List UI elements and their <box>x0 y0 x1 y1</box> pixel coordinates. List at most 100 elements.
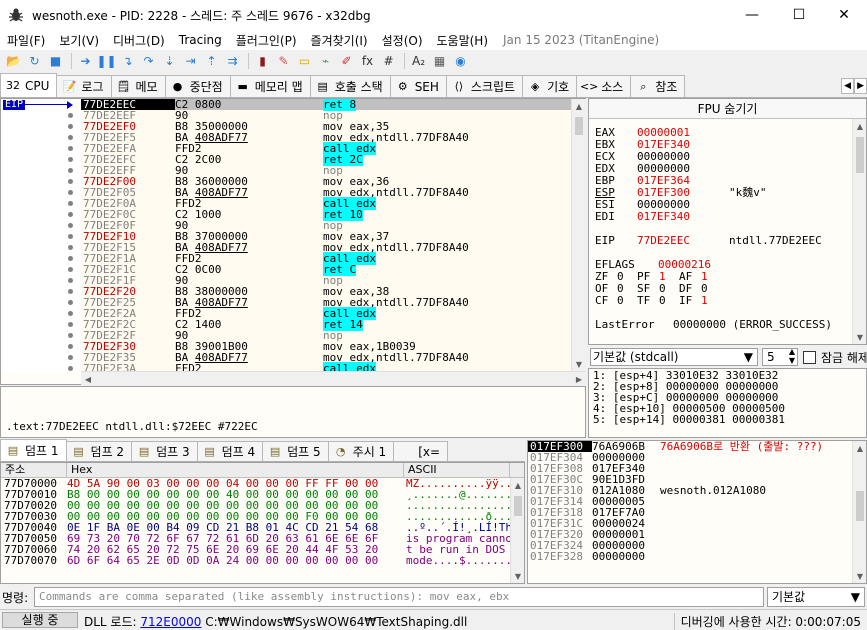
fpu-toggle-button[interactable]: FPU 숨기기 <box>589 99 866 119</box>
status-address-link[interactable]: 712E0000 <box>140 615 201 629</box>
trace-over-icon[interactable]: ⇥ <box>181 52 200 70</box>
step-into-icon[interactable]: ↴ <box>118 52 137 70</box>
comment-icon[interactable]: ▭ <box>295 52 314 70</box>
calling-convention-select[interactable]: 기본값 (stdcall) ▼ <box>590 348 758 366</box>
font-icon[interactable]: A₂ <box>409 52 428 70</box>
menu-item[interactable]: Tracing <box>172 33 229 47</box>
disassembly-gutter[interactable]: EIP <box>1 99 81 371</box>
scroll-down-icon[interactable]: ▼ <box>853 569 867 583</box>
breakpoint-dot-icon[interactable] <box>68 179 73 184</box>
patch-icon[interactable]: ✎ <box>274 52 293 70</box>
scroll-right-icon[interactable]: ▶ <box>572 372 586 386</box>
arguments-pane[interactable]: 1: [esp+4] 33010E32 33010E32 2: [esp+8] 0… <box>588 368 867 438</box>
register-value[interactable]: 017EF340 <box>637 211 729 223</box>
argument-count-spinner[interactable]: 5 ▲ ▼ <box>762 347 798 366</box>
breakpoint-dot-icon[interactable] <box>68 234 73 239</box>
open-icon[interactable]: 📂 <box>4 52 23 70</box>
globe-icon[interactable]: ◉ <box>451 52 470 70</box>
trace-into-icon[interactable]: ⇣ <box>160 52 179 70</box>
tab-notes[interactable]: 🗒 메모 <box>110 75 166 97</box>
breakpoint-dot-icon[interactable] <box>68 267 73 272</box>
dump-col-address[interactable]: 주소 <box>1 463 67 477</box>
tab-source[interactable]: <> 소스 <box>576 75 632 97</box>
memory-icon[interactable]: ▦ <box>430 52 449 70</box>
breakpoint-dot-icon[interactable] <box>68 311 73 316</box>
breakpoint-dot-icon[interactable] <box>68 201 73 206</box>
disassembly-row[interactable]: 77DE2F3A FFD2 call edx <box>81 362 571 371</box>
menu-item[interactable]: 즐겨찾기(I) <box>304 32 375 49</box>
disassembly-vscroll[interactable]: ▲ ▼ <box>571 99 586 371</box>
stack-pane[interactable]: 017EF300 76A6906B 76A6906B로 반환 (출발: ???) 01… <box>527 440 867 584</box>
command-mode-select[interactable]: 기본값 ▼ <box>767 587 865 607</box>
breakpoint-dot-icon[interactable] <box>68 256 73 261</box>
breakpoint-dot-icon[interactable] <box>68 333 73 338</box>
breakpoint-dot-icon[interactable] <box>68 212 73 217</box>
scroll-down-icon[interactable]: ▼ <box>511 569 525 583</box>
menu-item[interactable]: 도움말(H) <box>430 32 496 49</box>
minimize-button[interactable]: — <box>729 0 775 30</box>
tab-dump-4[interactable]: ▤ 덤프 4 <box>196 441 264 461</box>
breakpoint-dot-icon[interactable] <box>68 124 73 129</box>
register-row-eflags[interactable]: EFLAGS 00000216 <box>595 259 711 271</box>
menu-item[interactable]: 파일(F) <box>0 32 52 49</box>
tab-seh[interactable]: ⚙ SEH <box>389 75 447 97</box>
tab-call-stack[interactable]: ▤ 호출 스택 <box>309 75 391 97</box>
label-icon[interactable]: ⌁ <box>316 52 335 70</box>
breakpoint-dot-icon[interactable] <box>68 355 73 360</box>
scroll-thumb[interactable] <box>514 496 522 516</box>
dump-hex[interactable]: 6D 6F 64 65 2E 0D 0D 0A 24 00 00 00 00 0… <box>67 555 404 566</box>
breakpoint-dot-icon[interactable] <box>68 322 73 327</box>
step-over-icon[interactable]: ↷ <box>139 52 158 70</box>
breakpoint-dot-icon[interactable] <box>68 344 73 349</box>
disassembly-pane[interactable]: EIP 77DE2EEC C2 0800 ret 8 77DE2EEF 90 nop 77D… <box>0 98 586 385</box>
register-row[interactable]: EDI 017EF340 <box>595 211 729 223</box>
breakpoint-dot-icon[interactable] <box>68 135 73 140</box>
flag-value[interactable]: 0 <box>617 295 637 307</box>
disassembly-hscroll[interactable]: ◀ ▶ <box>81 371 586 385</box>
disassembly-rows[interactable]: 77DE2EEC C2 0800 ret 8 77DE2EEF 90 nop 77DE2EF… <box>81 99 571 371</box>
tab-script[interactable]: ⟨⟩ 스크립트 <box>445 75 524 97</box>
breakpoint-dot-icon[interactable] <box>68 366 73 371</box>
function-icon[interactable]: fx <box>358 52 377 70</box>
hash-icon[interactable]: # <box>379 52 398 70</box>
menu-item[interactable]: 디버그(D) <box>106 32 172 49</box>
breakpoint-dot-icon[interactable] <box>68 245 73 250</box>
command-input[interactable]: Commands are comma separated (like assem… <box>34 587 764 607</box>
breakpoint-dot-icon[interactable] <box>68 113 73 118</box>
breakpoint-dot-icon[interactable] <box>68 223 73 228</box>
scroll-up-icon[interactable]: ▲ <box>853 441 867 455</box>
registers-pane[interactable]: FPU 숨기기 EAX 00000001 EBX 017EF340 ECX 0000000… <box>588 98 867 345</box>
tab-cpu[interactable]: 32 CPU <box>0 73 58 97</box>
dump-rows[interactable]: 77D70000 4D 5A 90 00 03 00 00 00 04 00 00… <box>1 478 524 566</box>
menu-item[interactable]: 플러그인(P) <box>229 32 304 49</box>
stack-rows[interactable]: 017EF300 76A6906B 76A6906B로 반환 (출발: ???) 01… <box>528 441 866 562</box>
argument-row[interactable]: 5: [esp+14] 00000381 00000381 <box>593 414 785 425</box>
scroll-up-icon[interactable]: ▲ <box>853 119 867 133</box>
stack-row[interactable]: 017EF328 00000000 <box>528 551 866 562</box>
tab-log[interactable]: 📝 로그 <box>56 75 112 97</box>
breakpoint-dot-icon[interactable] <box>68 146 73 151</box>
scroll-thumb[interactable] <box>575 117 583 135</box>
pause-icon[interactable]: ❚❚ <box>96 52 116 70</box>
close-button[interactable]: ✕ <box>821 0 867 30</box>
close-debug-icon[interactable]: ■ <box>46 52 65 70</box>
breakpoint-dot-icon[interactable] <box>68 300 73 305</box>
dump-row[interactable]: 77D70070 6D 6F 64 65 2E 0D 0D 0A 24 00 00… <box>1 555 524 566</box>
maximize-button[interactable]: ☐ <box>776 0 822 30</box>
breakpoint-dot-icon[interactable] <box>68 289 73 294</box>
register-value[interactable]: 77DE2EEC <box>637 235 729 247</box>
dump-ascii[interactable]: mode....$....... <box>404 555 512 566</box>
unlock-checkbox[interactable] <box>803 351 816 364</box>
breakpoint-dot-icon[interactable] <box>68 157 73 162</box>
tab-symbols[interactable]: ◈ 기호 <box>522 75 578 97</box>
dump-col-hex[interactable]: Hex <box>67 463 404 477</box>
tab-watch-1[interactable]: ◔ 주시 1 <box>327 441 395 461</box>
dump-col-ascii[interactable]: ASCII <box>404 463 510 477</box>
flag-value[interactable]: 0 <box>659 295 679 307</box>
flag-value[interactable]: 1 <box>701 295 721 307</box>
tabs-scroll-left-icon[interactable]: ◀ <box>841 78 855 94</box>
tab-references[interactable]: ⌕ 참조 <box>630 75 686 97</box>
tab-locals[interactable]: [x= <box>393 441 449 461</box>
stack-value[interactable]: 00000000 <box>592 551 660 562</box>
dump-pane[interactable]: 주소 Hex ASCII 77D70000 4D 5A 90 00 03 00 0… <box>0 462 525 584</box>
